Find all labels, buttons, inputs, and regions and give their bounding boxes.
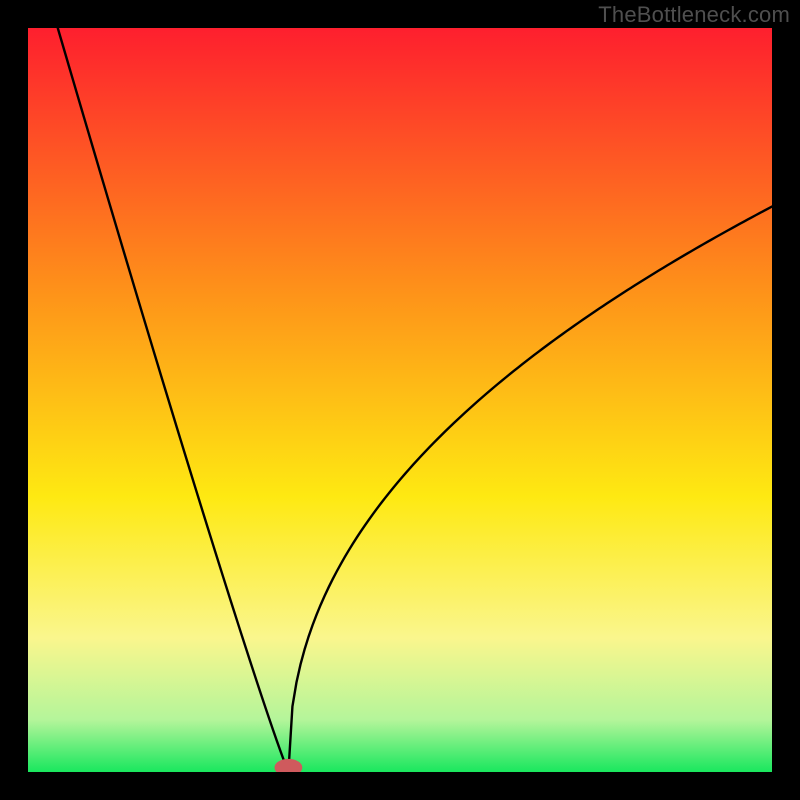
watermark-label: TheBottleneck.com	[598, 2, 790, 28]
chart-frame: TheBottleneck.com	[0, 0, 800, 800]
bottleneck-chart	[28, 28, 772, 772]
optimal-marker	[275, 759, 302, 772]
plot-area	[28, 28, 772, 772]
gradient-background	[28, 28, 772, 772]
